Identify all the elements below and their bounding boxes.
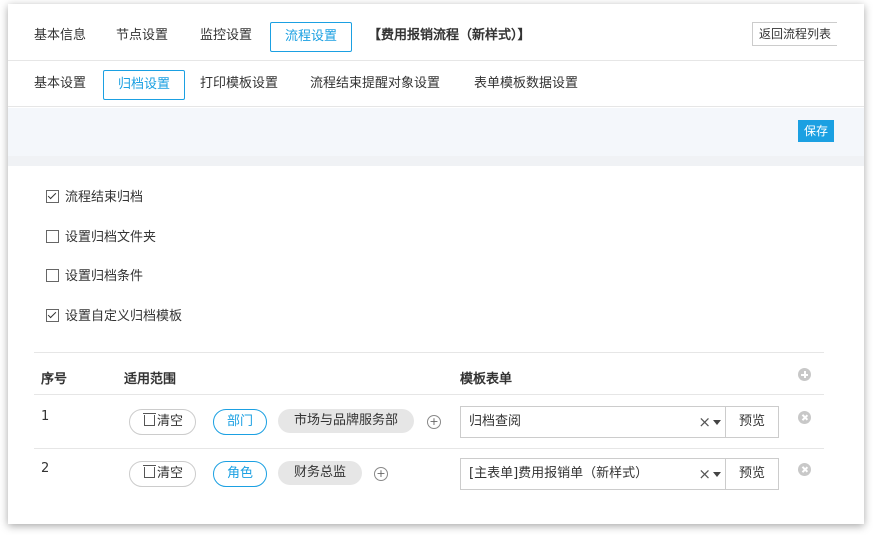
template-select[interactable]: [主表单]费用报销单（新样式） × (460, 458, 726, 490)
clear-select-icon[interactable]: × (698, 459, 711, 489)
tab-monitor-settings[interactable]: 监控设置 (200, 22, 252, 50)
subtab-end-reminder[interactable]: 流程结束提醒对象设置 (310, 70, 440, 98)
process-title: 【费用报销流程（新样式）】 (368, 28, 531, 43)
option-custom-template[interactable]: 设置自定义归档模板 (46, 308, 182, 326)
scope-value-tag[interactable]: 市场与品牌服务部 (278, 409, 415, 433)
checkbox-unchecked[interactable] (46, 230, 59, 243)
checkbox-checked[interactable] (46, 190, 59, 203)
table-header-border (34, 394, 824, 395)
divider (8, 106, 864, 107)
save-button[interactable]: 保存 (798, 120, 835, 142)
scope-type-badge[interactable]: 部门 (213, 409, 267, 435)
trash-icon (143, 465, 156, 478)
checkbox-checked[interactable] (46, 309, 59, 322)
subtab-print-template[interactable]: 打印模板设置 (200, 70, 278, 98)
header-index: 序号 (41, 372, 68, 387)
header-template: 模板表单 (460, 372, 513, 387)
row-index: 1 (41, 409, 50, 424)
trash-icon (143, 413, 156, 426)
chevron-down-icon[interactable] (713, 420, 721, 425)
preview-button[interactable]: 预览 (725, 458, 779, 490)
clear-select-icon[interactable]: × (698, 407, 711, 437)
option-label: 流程结束归档 (65, 190, 144, 205)
toolbar: 保存 (8, 108, 864, 156)
template-select-value: [主表单]费用报销单（新样式） (469, 466, 649, 481)
chevron-down-icon[interactable] (713, 472, 721, 477)
template-select[interactable]: 归档查阅 × (460, 406, 726, 438)
add-scope-icon[interactable]: + (427, 415, 441, 429)
preview-button[interactable]: 预览 (725, 406, 779, 438)
subtab-archive[interactable]: 归档设置 (103, 70, 185, 100)
table-top-border (34, 352, 824, 353)
tab-basic-info[interactable]: 基本信息 (34, 22, 86, 50)
scope-value-tag[interactable]: 财务总监 (278, 461, 363, 485)
add-scope-icon[interactable]: + (374, 467, 388, 481)
clear-label: 清空 (157, 466, 184, 481)
row-index: 2 (41, 461, 50, 476)
subtab-basic[interactable]: 基本设置 (34, 70, 86, 98)
template-select-value: 归档查阅 (469, 414, 522, 429)
clear-label: 清空 (157, 414, 184, 429)
delete-row-icon[interactable] (798, 463, 811, 476)
window: 基本信息 节点设置 监控设置 流程设置 【费用报销流程（新样式）】 返回流程列表… (8, 4, 864, 524)
checkbox-unchecked[interactable] (46, 269, 59, 282)
tab-node-settings[interactable]: 节点设置 (116, 22, 168, 50)
option-archive-condition[interactable]: 设置归档条件 (46, 268, 143, 286)
option-label: 设置自定义归档模板 (65, 309, 183, 324)
divider (8, 60, 864, 61)
add-row-icon[interactable] (798, 368, 811, 381)
option-end-archive[interactable]: 流程结束归档 (46, 189, 143, 207)
clear-button[interactable]: 清空 (129, 409, 197, 435)
scope-type-badge[interactable]: 角色 (213, 461, 267, 487)
subtab-form-template-data[interactable]: 表单模板数据设置 (474, 70, 578, 98)
back-to-list-button[interactable]: 返回流程列表 (752, 22, 838, 46)
option-label: 设置归档条件 (65, 269, 144, 284)
section-separator (8, 156, 864, 166)
clear-button[interactable]: 清空 (129, 461, 197, 487)
option-archive-folder[interactable]: 设置归档文件夹 (46, 229, 156, 247)
row-border (34, 448, 824, 449)
option-label: 设置归档文件夹 (65, 230, 157, 245)
header-scope: 适用范围 (124, 372, 177, 387)
tab-process-settings[interactable]: 流程设置 (270, 22, 352, 52)
delete-row-icon[interactable] (798, 411, 811, 424)
